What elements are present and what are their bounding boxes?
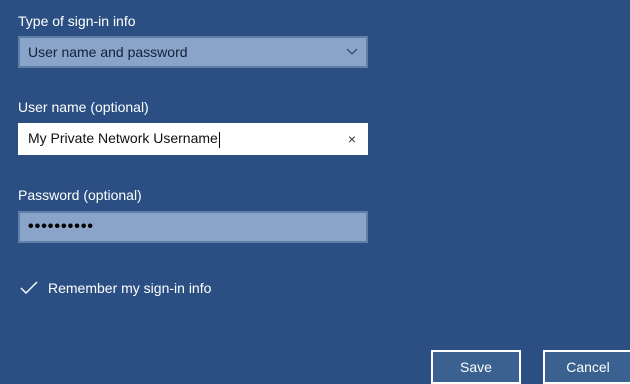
text-caret [218,131,220,148]
checkmark-icon [18,278,40,298]
username-value: My Private Network Username [28,130,220,148]
remember-signin-label: Remember my sign-in info [48,280,212,296]
cancel-button[interactable]: Cancel [543,350,630,384]
remember-signin-checkbox[interactable]: Remember my sign-in info [18,278,211,298]
chevron-down-icon [338,48,366,56]
username-label: User name (optional) [18,99,149,115]
signin-type-selected-value: User name and password [28,44,188,60]
clear-icon[interactable]: × [338,131,366,147]
password-input[interactable]: •••••••••• [18,211,368,243]
signin-type-dropdown[interactable]: User name and password [18,36,368,68]
password-masked-value: •••••••••• [28,218,95,235]
signin-type-label: Type of sign-in info [18,13,136,29]
username-input[interactable]: My Private Network Username × [18,123,368,155]
password-label: Password (optional) [18,187,142,203]
save-button[interactable]: Save [431,350,521,384]
